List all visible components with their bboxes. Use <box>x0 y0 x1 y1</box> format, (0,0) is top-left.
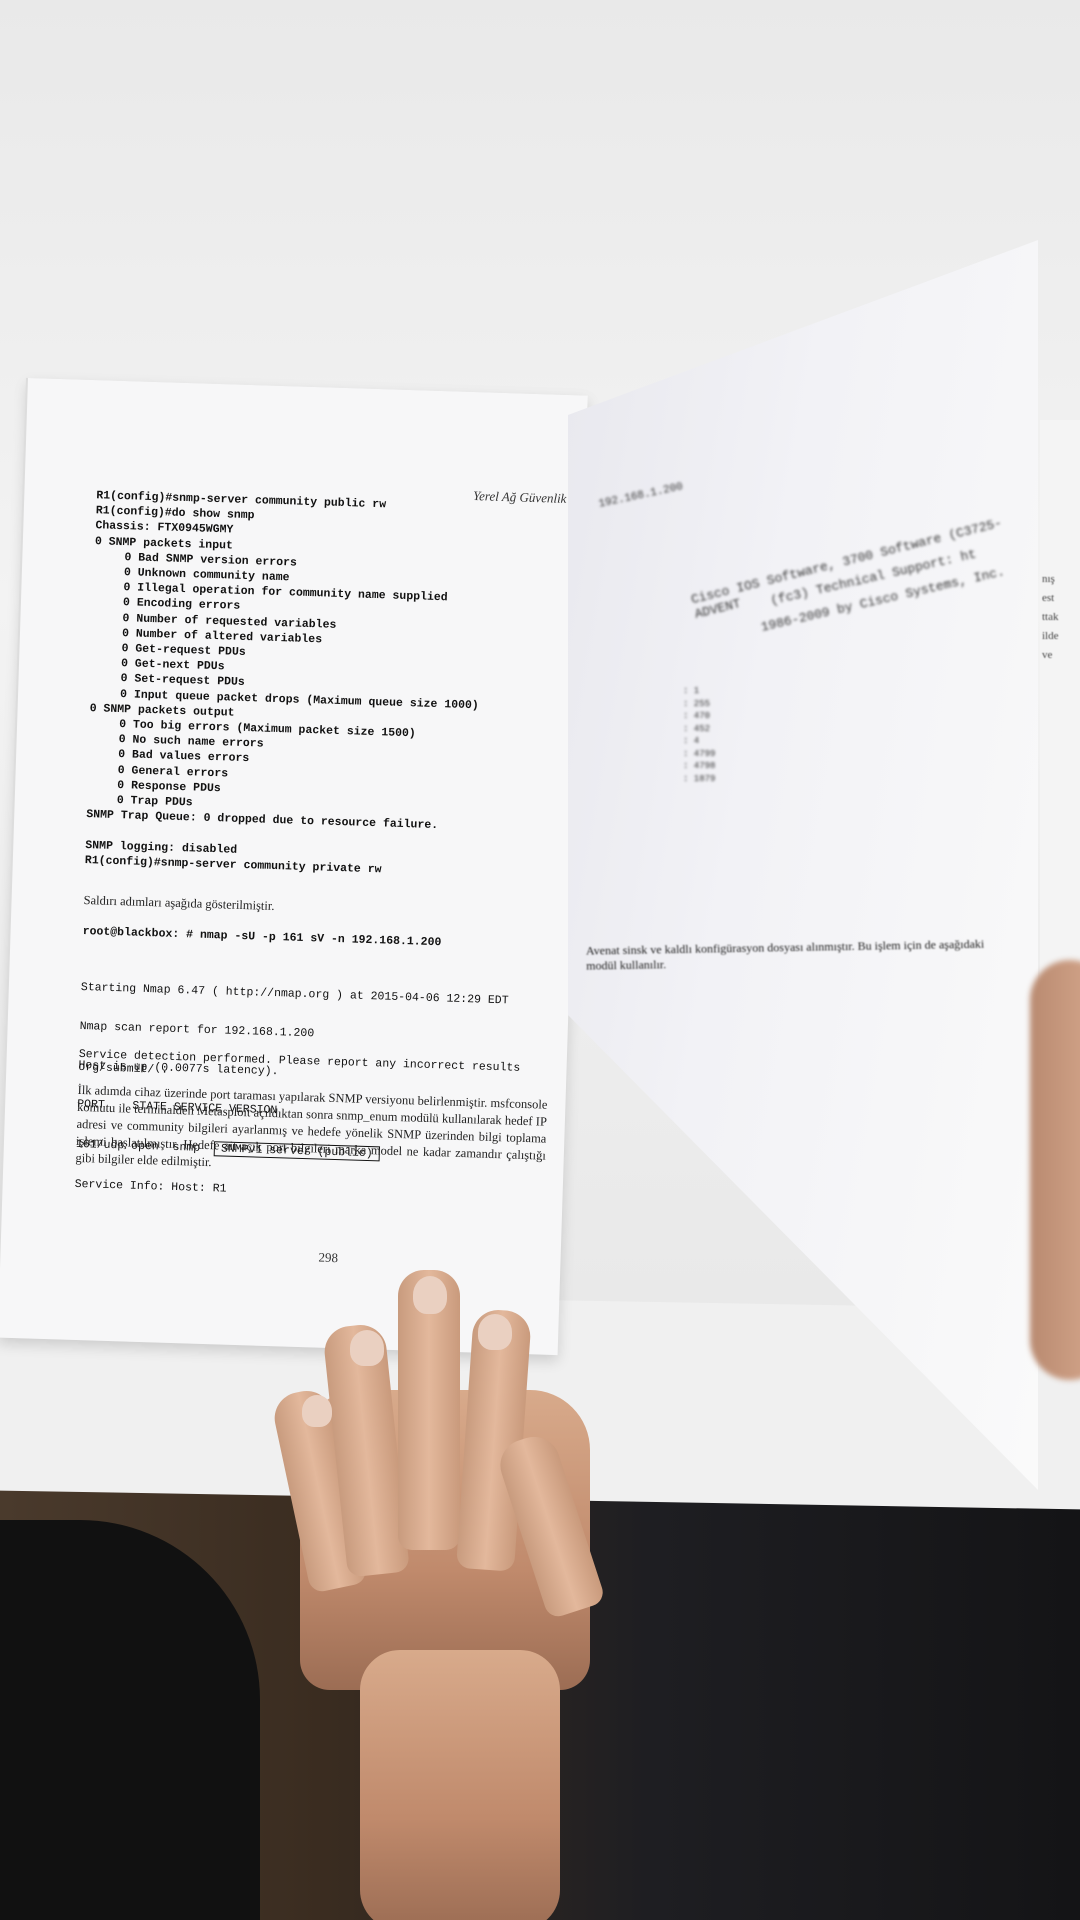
edge-fragment: ttak <box>1042 611 1059 623</box>
edge-fragment: nış <box>1042 573 1055 585</box>
nmap-line: Nmap scan report for 192.168.1.200 <box>79 1019 315 1041</box>
wrist <box>360 1650 560 1920</box>
nmap-line: Starting Nmap 6.47 ( http://nmap.org ) a… <box>80 980 509 1008</box>
intro-text: Saldırı adımları aşağıda gösterilmiştir. <box>83 893 275 913</box>
net-value: : 255 <box>683 698 711 709</box>
left-hand <box>269 1270 660 1920</box>
edge-fragments: nış est ttak ilde ve <box>1042 570 1059 665</box>
network-values: : 1 : 255 : 470 : 452 : 4 : 4799 : 4798 : 1879 <box>683 685 715 785</box>
net-value: : 4799 <box>683 748 716 759</box>
edge-fragment: ve <box>1042 649 1053 661</box>
left-book-page: Yerel Ağ Güvenlik R1(config)#snmp-server… <box>0 378 588 1356</box>
snmp-config-listing: R1(config)#snmp-server community public … <box>85 488 557 882</box>
edge-fragment: est <box>1042 592 1055 604</box>
net-value: : 470 <box>683 711 711 721</box>
body-paragraph: İlk adımda cihaz üzerinde port taraması … <box>75 1082 548 1170</box>
left-page-number: 298 <box>318 1249 339 1266</box>
nmap-command: root@blackbox: # nmap -sU -p 161 sV -n 1… <box>82 924 442 950</box>
edge-fragment: ilde <box>1042 630 1059 642</box>
right-footer-text: Avenat sinsk ve kaldlı konfigürasyon dos… <box>585 936 985 973</box>
ip-line: 192.168.1.200 <box>597 481 685 511</box>
net-value: : 1 <box>683 686 700 696</box>
net-value: : 1879 <box>683 773 716 784</box>
net-value: : 452 <box>683 723 711 734</box>
photo-scene: Yerel Ağ Güvenlik R1(config)#snmp-server… <box>0 0 1080 1920</box>
nmap-line: Service Info: Host: R1 <box>74 1177 227 1196</box>
net-value: : 4798 <box>683 761 716 771</box>
net-value: : 4 <box>683 736 700 746</box>
right-hand-blurred <box>1030 960 1080 1380</box>
